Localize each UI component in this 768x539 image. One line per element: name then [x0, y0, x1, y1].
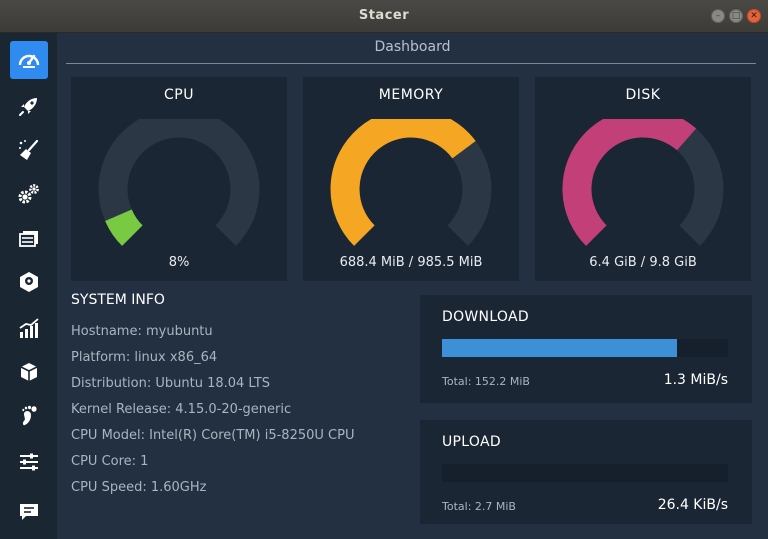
maximize-button[interactable]: □ [729, 9, 743, 23]
download-bar [442, 339, 728, 357]
upload-speed: 26.4 KiB/s [657, 497, 728, 513]
title-bar[interactable]: Stacer – □ ✕ [0, 0, 768, 33]
stacer-window: Stacer – □ ✕ Dashboard CPU 8% MEMORY 688… [0, 0, 768, 539]
sidebar-item-services[interactable] [10, 175, 48, 213]
system-info-platform: Platform: linux x86_64 [71, 350, 218, 365]
sliders-icon [20, 453, 38, 471]
upload-card: UPLOAD Total: 2.7 MiB 26.4 KiB/s [420, 420, 752, 524]
disk-usage-value: 6.4 GiB / 9.8 GiB [589, 255, 697, 270]
upload-title: UPLOAD [442, 434, 501, 450]
cpu-gauge-card: CPU 8% [71, 77, 287, 281]
minimize-button[interactable]: – [711, 9, 725, 23]
memory-gauge-label: MEMORY [378, 87, 444, 103]
upload-bar [442, 464, 728, 482]
sidebar-item-settings[interactable] [10, 443, 48, 481]
speedometer-icon [18, 54, 40, 68]
sidebar [0, 33, 57, 539]
dashboard-content: Dashboard CPU 8% MEMORY 688.4 MiB / 985.… [57, 33, 768, 539]
download-speed: 1.3 MiB/s [663, 372, 728, 388]
sidebar-item-uninstaller[interactable] [10, 263, 48, 301]
system-info-distribution: Distribution: Ubuntu 18.04 LTS [71, 376, 271, 391]
title-divider [66, 63, 756, 64]
system-info-hostname: Hostname: myubuntu [71, 324, 213, 339]
chat-icon [20, 504, 38, 520]
cube-icon [20, 363, 38, 381]
download-card: DOWNLOAD Total: 152.2 MiB 1.3 MiB/s [420, 295, 752, 403]
sidebar-item-gnome-settings[interactable] [10, 397, 48, 435]
system-info-cpu-core: CPU Core: 1 [71, 454, 149, 469]
processes-icon [19, 231, 38, 247]
sidebar-item-processes[interactable] [10, 219, 48, 257]
system-info-kernel: Kernel Release: 4.15.0-20-generic [71, 402, 292, 417]
rocket-icon [19, 98, 37, 116]
system-info-panel: SYSTEM INFO Hostname: myubuntu Platform:… [71, 291, 411, 501]
system-info-cpu-model: CPU Model: Intel(R) Core(TM) i5-8250U CP… [71, 428, 355, 443]
sidebar-item-system-cleaner[interactable] [10, 131, 48, 169]
package-box-icon [20, 272, 38, 292]
window-title: Stacer [358, 8, 410, 23]
disk-gauge-card: DISK 6.4 GiB / 9.8 GiB [535, 77, 751, 281]
memory-gauge [330, 119, 492, 246]
page-title: Dashboard [374, 39, 451, 55]
disk-gauge-label: DISK [625, 87, 661, 103]
disk-gauge [562, 119, 724, 246]
sidebar-item-resources[interactable] [10, 309, 48, 347]
system-info-cpu-speed: CPU Speed: 1.60GHz [71, 480, 207, 495]
memory-gauge-fill [330, 119, 476, 246]
download-bar-fill [442, 339, 677, 357]
cpu-gauge [98, 119, 260, 246]
memory-gauge-card: MEMORY 688.4 MiB / 985.5 MiB [303, 77, 519, 281]
sidebar-item-apt-repository[interactable] [10, 353, 48, 391]
cpu-gauge-label: CPU [164, 87, 194, 103]
cpu-usage-value: 8% [168, 255, 190, 270]
broom-icon [19, 139, 39, 160]
sidebar-item-feedback[interactable] [10, 493, 48, 531]
system-info-title: SYSTEM INFO [71, 292, 165, 308]
sidebar-item-startup-apps[interactable] [10, 87, 48, 125]
chart-icon [19, 318, 39, 338]
memory-usage-value: 688.4 MiB / 985.5 MiB [339, 255, 483, 270]
gnome-foot-icon [22, 405, 37, 426]
download-title: DOWNLOAD [442, 309, 529, 325]
close-button[interactable]: ✕ [747, 9, 761, 23]
upload-total: Total: 2.7 MiB [442, 500, 516, 513]
gears-icon [18, 184, 39, 204]
disk-gauge-fill [562, 119, 697, 246]
sidebar-item-dashboard[interactable] [10, 41, 48, 79]
cpu-gauge-fill [105, 208, 144, 246]
download-total: Total: 152.2 MiB [442, 375, 530, 388]
